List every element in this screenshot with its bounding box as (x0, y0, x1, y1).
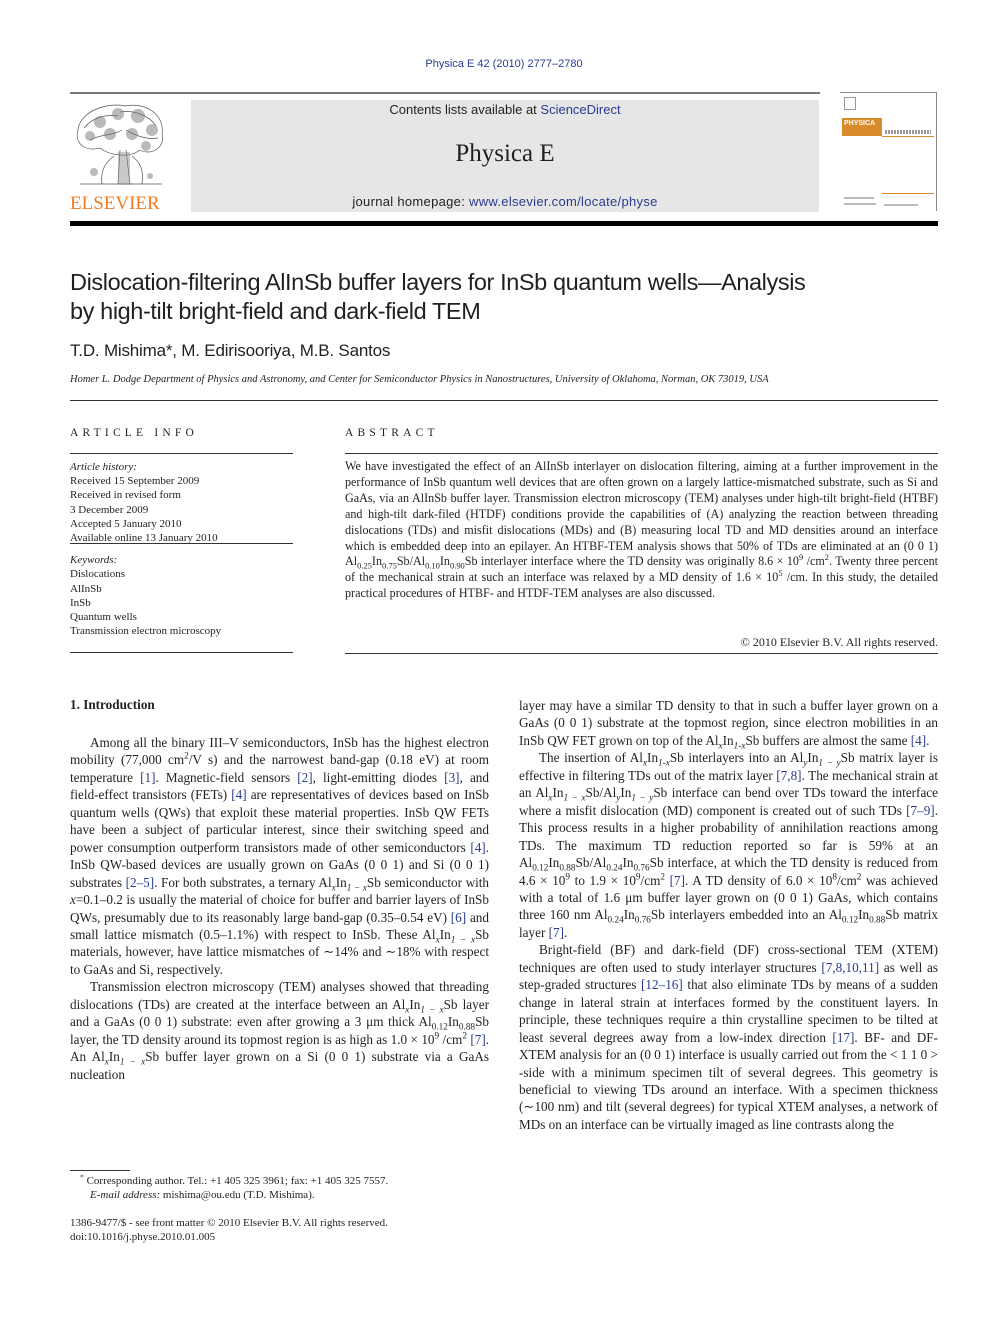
keyword: Transmission electron microscopy (70, 625, 222, 638)
title-separator (70, 400, 938, 401)
cover-subtitle (885, 130, 931, 134)
email-address[interactable]: mishima@ou.edu (T.D. Mishima). (160, 1189, 315, 1201)
title-line: Dislocation-filtering AlInSb buffer laye… (70, 269, 806, 295)
cover-title: PHYSICA (844, 120, 876, 127)
header-top-rule (70, 92, 820, 94)
cover-footer-text (884, 204, 918, 206)
cover-rule (882, 193, 934, 194)
divider (70, 652, 293, 653)
history-item: Received 15 September 2009 (70, 475, 200, 488)
citation-link[interactable]: [7,8,10,11] (821, 960, 879, 975)
contents-availability: Contents lists available at ScienceDirec… (191, 102, 819, 117)
tree-icon (76, 104, 163, 185)
abstract-text: We have investigated the effect of an Al… (345, 459, 938, 601)
citation-link[interactable]: [7,8] (776, 768, 801, 783)
corresponding-author-footnote: * Corresponding author. Tel.: +1 405 325… (80, 1173, 500, 1203)
footnote-rule (70, 1170, 130, 1171)
citation-link[interactable]: [7–9] (906, 803, 935, 818)
contents-prefix: Contents lists available at (389, 102, 541, 117)
keyword: AlInSb (70, 582, 102, 595)
journal-cover-thumbnail[interactable]: PHYSICA (840, 92, 937, 211)
paragraph: Among all the binary III–V semiconductor… (70, 735, 490, 977)
doi-link[interactable]: doi:10.1016/j.physe.2010.01.005 (70, 1230, 490, 1244)
citation-link[interactable]: [6] (451, 910, 466, 925)
divider (70, 543, 293, 544)
article-title: Dislocation-filtering AlInSb buffer laye… (70, 268, 930, 326)
homepage-link[interactable]: www.elsevier.com/locate/physe (469, 194, 658, 209)
citation-link[interactable]: [7] (470, 1032, 485, 1047)
keyword: Dislocations (70, 568, 125, 581)
section-heading-introduction: 1. Introduction (70, 697, 155, 712)
homepage-prefix: journal homepage: (352, 194, 470, 209)
history-item: 3 December 2009 (70, 503, 149, 516)
divider (70, 453, 293, 454)
history-label: Article history: (70, 461, 137, 473)
cover-footer-text (844, 197, 874, 199)
corresponding-contact: Corresponding author. Tel.: +1 405 325 3… (83, 1175, 389, 1187)
elsevier-wordmark: ELSEVIER (70, 193, 160, 214)
keyword: Quantum wells (70, 611, 137, 624)
citation-link[interactable]: [17] (832, 1030, 854, 1045)
paragraph: Transmission electron microscopy (TEM) a… (70, 979, 490, 1082)
body-column-right: layer may have a similar TD density to t… (519, 697, 938, 1133)
article-info-heading: ARTICLE INFO (70, 427, 198, 439)
journal-homepage: journal homepage: www.elsevier.com/locat… (191, 194, 819, 209)
citation-link[interactable]: [1] (140, 770, 155, 785)
keyword: InSb (70, 596, 91, 609)
keywords: Keywords: Dislocations AlInSb InSb Quant… (70, 553, 295, 639)
citation-link[interactable]: [4] (470, 840, 485, 855)
cover-publisher-icon (844, 97, 856, 110)
citation-link[interactable]: [4] (911, 733, 926, 748)
article-history: Article history: Received 15 September 2… (70, 460, 295, 545)
header-thick-rule (70, 221, 938, 226)
body-column-left: Among all the binary III–V semiconductor… (70, 734, 489, 1083)
sciencedirect-link[interactable]: ScienceDirect (540, 102, 620, 117)
paragraph: Bright-field (BF) and dark-field (DF) cr… (519, 942, 939, 1132)
abstract-copyright: © 2010 Elsevier B.V. All rights reserved… (740, 635, 938, 649)
history-item: Received in revised form (70, 489, 181, 502)
citation-link[interactable]: [12–16] (641, 977, 683, 992)
citation-link[interactable]: [4] (231, 787, 246, 802)
citation-link[interactable]: [2–5] (126, 875, 155, 890)
keywords-label: Keywords: (70, 554, 118, 566)
front-matter: 1386-9477/$ - see front matter © 2010 El… (70, 1216, 490, 1245)
title-line: by high-tilt bright-field and dark-field… (70, 298, 481, 324)
journal-citation[interactable]: Physica E 42 (2010) 2777–2780 (0, 58, 992, 70)
email-label: E-mail address: (90, 1189, 161, 1202)
history-item: Accepted 5 January 2010 (70, 517, 182, 530)
cover-band-right (882, 118, 934, 137)
issn-copyright: 1386-9477/$ - see front matter © 2010 El… (70, 1217, 388, 1229)
abstract-heading: ABSTRACT (345, 427, 439, 439)
citation-link[interactable]: [2] (297, 770, 312, 785)
divider (345, 453, 938, 454)
paragraph: layer may have a similar TD density to t… (519, 698, 938, 751)
paragraph: The insertion of AlxIn1-xSb interlayers … (519, 750, 939, 940)
citation-link[interactable]: [3] (444, 770, 459, 785)
author-list[interactable]: T.D. Mishima*, M. Edirisooriya, M.B. San… (70, 341, 390, 361)
affiliation: Homer L. Dodge Department of Physics and… (70, 374, 769, 385)
journal-name: Physica E (455, 140, 555, 167)
citation-link[interactable]: [7] (549, 925, 564, 940)
cover-footer-text (844, 203, 876, 205)
citation-link[interactable]: [7] (670, 873, 685, 888)
divider (345, 653, 938, 654)
